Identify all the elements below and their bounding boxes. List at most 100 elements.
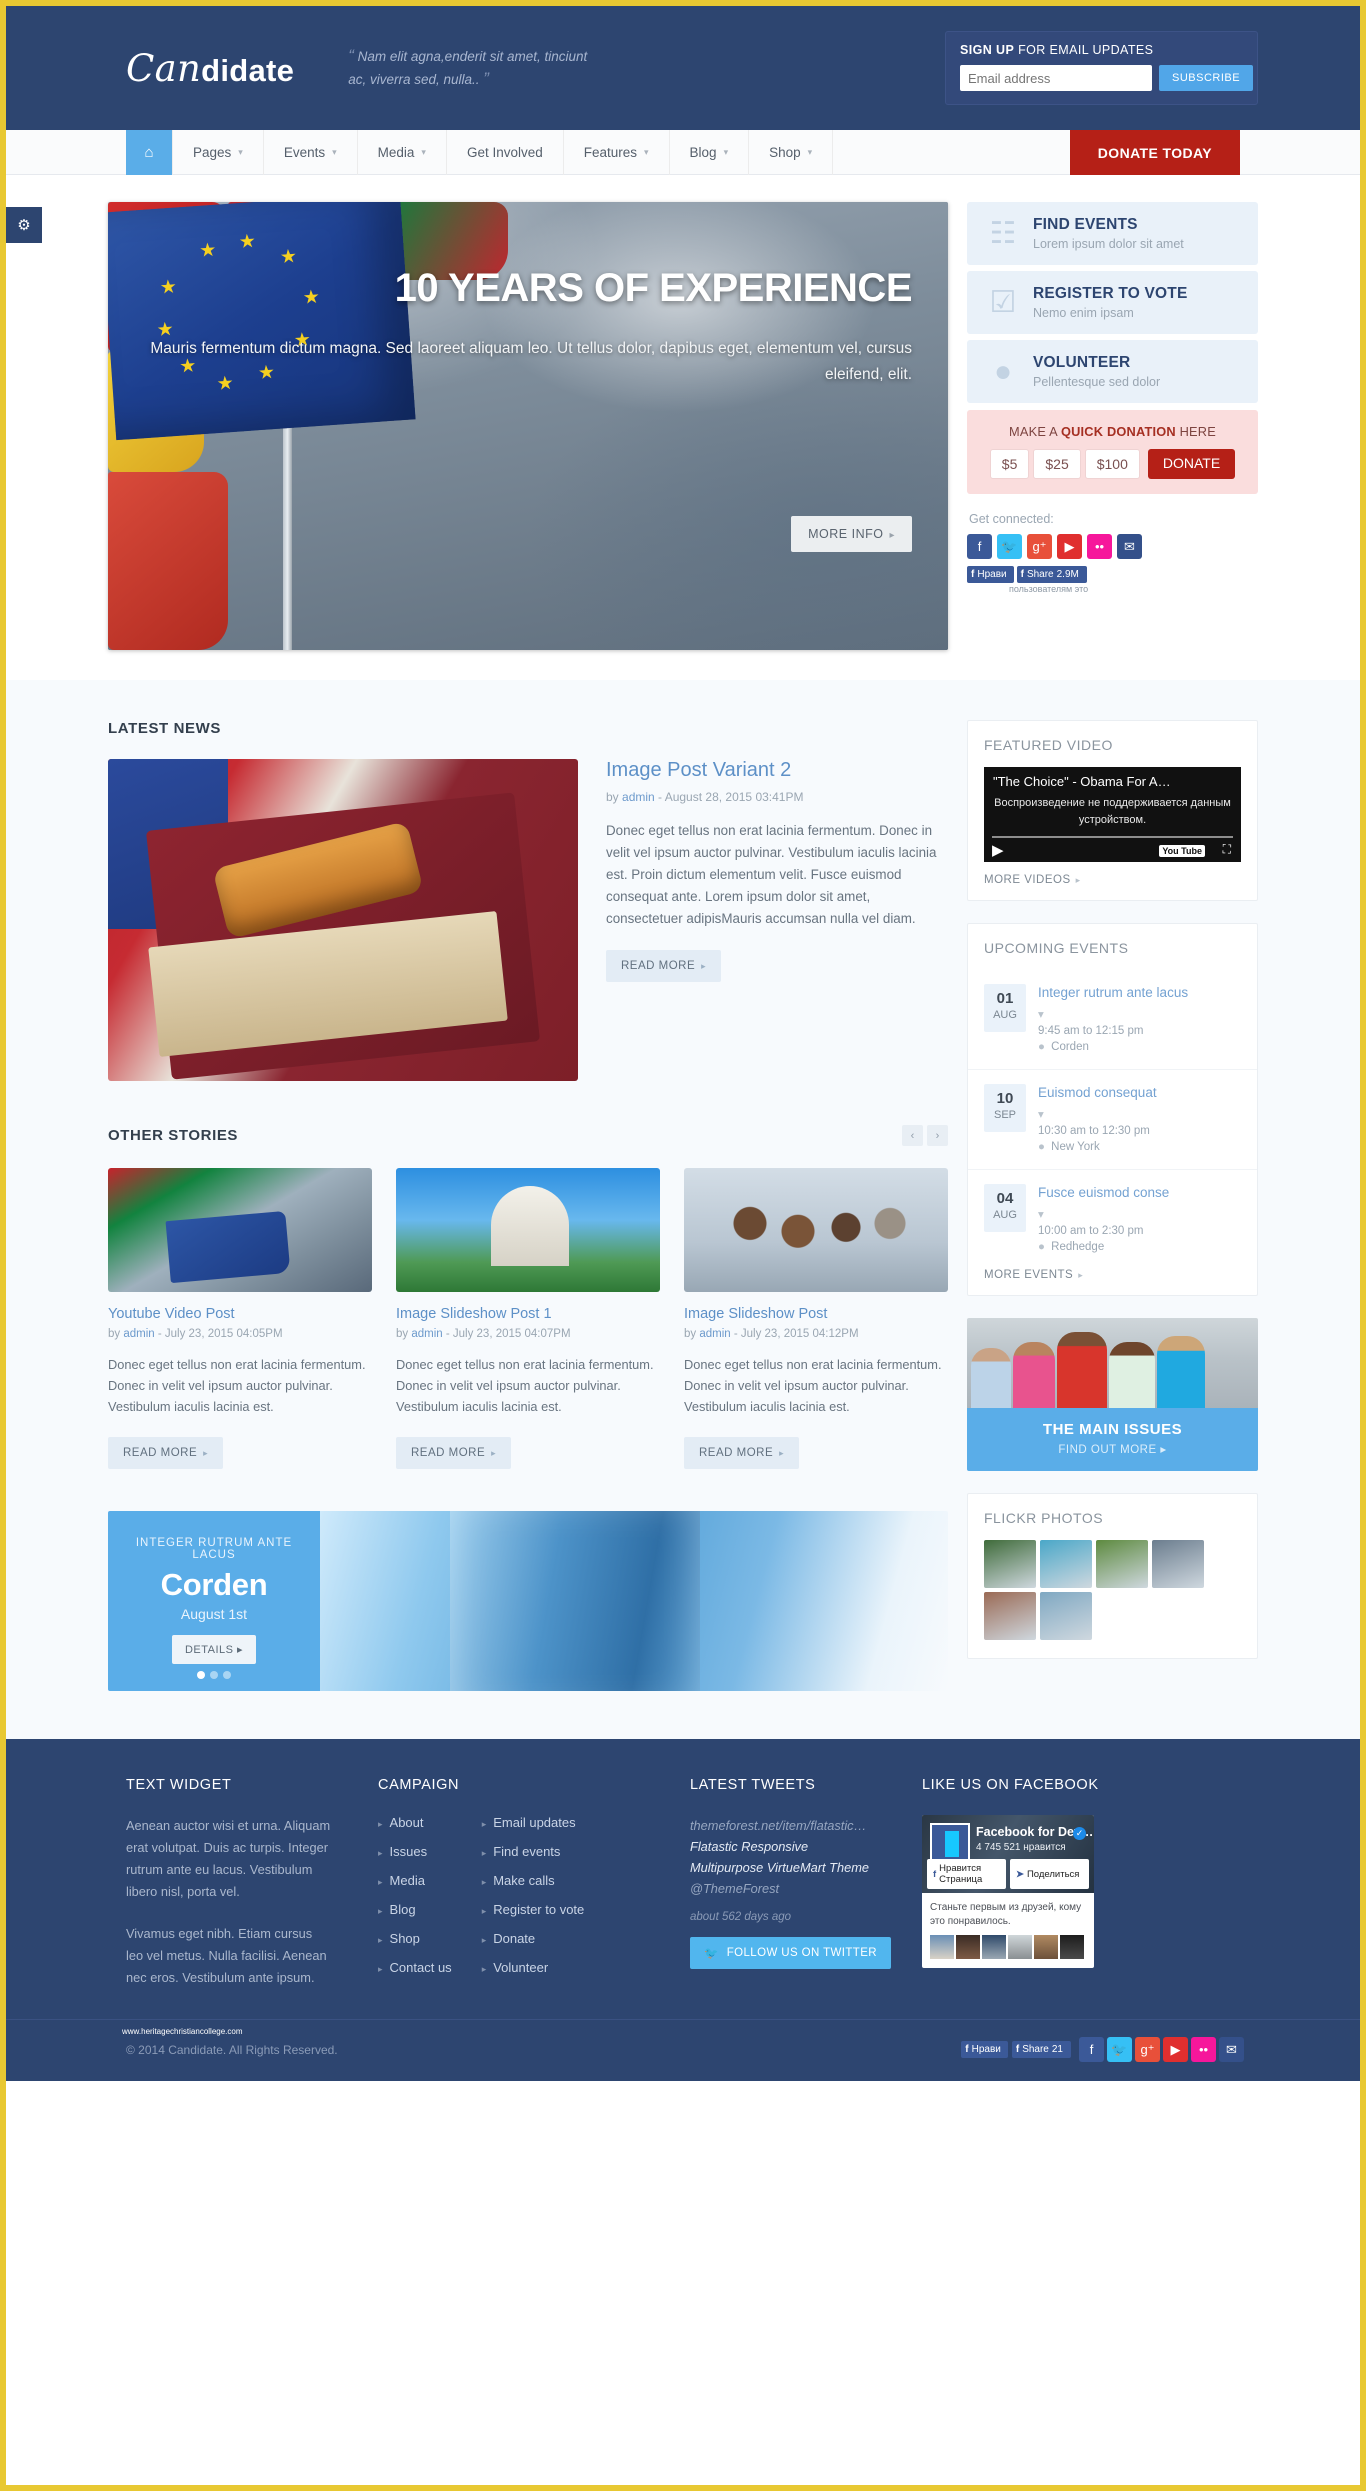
video-progress-bar[interactable] (992, 836, 1233, 838)
event-item[interactable]: 01 AUG Integer rutrum ante lacus ▾ 9:45 am t… (968, 970, 1257, 1069)
bottom-fb-like-button[interactable]: f Нрави (961, 2041, 1008, 2058)
site-logo[interactable]: Candidate (126, 47, 294, 90)
event-title[interactable]: Fusce euismod conse (1038, 1184, 1241, 1201)
video-player[interactable]: "The Choice" - Obama For A… Воспроизведе… (984, 767, 1241, 862)
fullscreen-icon[interactable]: ⛶ (1223, 842, 1231, 857)
donate-amount-5[interactable]: $5 (989, 449, 1030, 479)
facebook-page-plugin[interactable]: Facebook for Dev… 4 745 521 нравится ✓ f… (922, 1815, 1094, 1968)
stories-prev-button[interactable]: ‹ (902, 1125, 923, 1146)
main-issues-link[interactable]: FIND OUT MORE ▸ (967, 1442, 1258, 1456)
nav-item-pages[interactable]: Pages ▾ (172, 130, 264, 175)
event-title[interactable]: Euismod consequat (1038, 1084, 1241, 1101)
story-read-more-button[interactable]: READ MORE ▸ (684, 1437, 800, 1469)
story-title[interactable]: Youtube Video Post (108, 1306, 372, 1322)
bottom-fb-share-button[interactable]: f Share 21 (1011, 2041, 1071, 2058)
story-image[interactable] (396, 1168, 660, 1292)
stories-next-button[interactable]: › (927, 1125, 948, 1146)
donate-amount-100[interactable]: $100 (1084, 449, 1140, 479)
googleplus-icon[interactable]: g⁺ (1135, 2037, 1160, 2062)
banner-dot-1[interactable] (197, 1671, 205, 1679)
flickr-photo[interactable] (984, 1540, 1036, 1588)
twitter-icon[interactable]: 🐦 (997, 534, 1022, 559)
footer-link-media[interactable]: ▸ Media (378, 1873, 452, 1888)
story-image[interactable] (684, 1168, 948, 1292)
story-read-more-button[interactable]: READ MORE ▸ (108, 1437, 224, 1469)
story-title[interactable]: Image Slideshow Post (684, 1306, 948, 1322)
facebook-icon[interactable]: f (1079, 2037, 1104, 2062)
story-read-more-button[interactable]: READ MORE ▸ (396, 1437, 512, 1469)
chevron-right-icon: ▸ (779, 1448, 785, 1458)
story-title[interactable]: Image Slideshow Post 1 (396, 1306, 660, 1322)
flickr-icon[interactable]: •• (1191, 2037, 1216, 2062)
chevron-right-icon: ▸ (481, 1819, 487, 1829)
footer-link-blog[interactable]: ▸ Blog (378, 1902, 452, 1917)
nav-home-icon[interactable]: ⌂ (126, 130, 172, 175)
googleplus-icon[interactable]: g⁺ (1027, 534, 1052, 559)
flickr-photo[interactable] (1040, 1592, 1092, 1640)
footer-link-about[interactable]: ▸ About (378, 1815, 452, 1830)
flickr-photo[interactable] (1096, 1540, 1148, 1588)
nav-item-blog[interactable]: Blog ▾ (670, 130, 750, 175)
footer-link-issues[interactable]: ▸ Issues (378, 1844, 452, 1859)
nav-item-get-involved[interactable]: Get Involved (447, 130, 564, 175)
banner-dot-2[interactable] (210, 1671, 218, 1679)
hero-slider[interactable]: ★ ★ ★ ★ ★ ★ ★ ★ ★ ★ 10 YEARS OF EXPERIEN… (108, 202, 948, 650)
footer-link-shop[interactable]: ▸ Shop (378, 1931, 452, 1946)
flickr-photo[interactable] (1152, 1540, 1204, 1588)
featured-post-image[interactable] (108, 759, 578, 1081)
story-image[interactable] (108, 1168, 372, 1292)
nav-item-features[interactable]: Features ▾ (564, 130, 670, 175)
nav-item-events[interactable]: Events ▾ (264, 130, 358, 175)
side-action-volunteer[interactable]: ● VOLUNTEER Pellentesque sed dolor (967, 340, 1258, 403)
tweet-handle[interactable]: @ThemeForest (690, 1881, 779, 1896)
flickr-photo[interactable] (984, 1592, 1036, 1640)
footer-link-make-calls[interactable]: ▸ Make calls (482, 1873, 585, 1888)
footer-link-contact-us[interactable]: ▸ Contact us (378, 1960, 452, 1975)
subscribe-button[interactable]: SUBSCRIBE (1159, 65, 1254, 91)
banner-dot-3[interactable] (223, 1671, 231, 1679)
main-issues-widget[interactable]: THE MAIN ISSUES FIND OUT MORE ▸ (967, 1318, 1258, 1471)
facebook-icon[interactable]: f (967, 534, 992, 559)
meta-author[interactable]: admin (622, 790, 655, 804)
footer-link-find-events[interactable]: ▸ Find events (482, 1844, 585, 1859)
nav-item-shop[interactable]: Shop ▾ (749, 130, 834, 175)
more-events-link[interactable]: MORE EVENTS ▸ (968, 1269, 1257, 1295)
event-item[interactable]: 04 AUG Fusce euismod conse ▾ 10:00 am to 2:3… (968, 1169, 1257, 1269)
email-icon[interactable]: ✉ (1219, 2037, 1244, 2062)
nav-donate-today-button[interactable]: DONATE TODAY (1069, 130, 1240, 175)
event-item[interactable]: 10 SEP Euismod consequat ▾ 10:30 am to 12:30… (968, 1069, 1257, 1169)
fb-like-button[interactable]: f Нрави (967, 566, 1014, 583)
nav-item-media[interactable]: Media ▾ (358, 130, 447, 175)
donate-button[interactable]: DONATE (1147, 449, 1236, 479)
twitter-icon[interactable]: 🐦 (1107, 2037, 1132, 2062)
footer-link-volunteer[interactable]: ▸ Volunteer (482, 1960, 585, 1975)
settings-gear-icon[interactable]: ⚙ (6, 207, 42, 243)
donate-amount-25[interactable]: $25 (1033, 449, 1081, 479)
event-details-button[interactable]: DETAILS ▸ (171, 1635, 257, 1664)
youtube-icon[interactable]: ▶ (1163, 2037, 1188, 2062)
email-input[interactable] (960, 65, 1152, 91)
footer-link-donate[interactable]: ▸ Donate (482, 1931, 585, 1946)
side-action-register-to-vote[interactable]: ☑ REGISTER TO VOTE Nemo enim ipsam (967, 271, 1258, 334)
footer-link-email-updates[interactable]: ▸ Email updates (482, 1815, 585, 1830)
side-action-find-events[interactable]: ☷ FIND EVENTS Lorem ipsum dolor sit amet (967, 202, 1258, 265)
footer-link-register-to-vote[interactable]: ▸ Register to vote (482, 1902, 585, 1917)
flickr-photo[interactable] (1040, 1540, 1092, 1588)
youtube-icon[interactable]: ▶ (1057, 534, 1082, 559)
follow-twitter-button[interactable]: 🐦 FOLLOW US ON TWITTER (690, 1937, 891, 1969)
flickr-icon[interactable]: •• (1087, 534, 1112, 559)
facebook-like-page-button[interactable]: f Нравится Страница (927, 1859, 1006, 1889)
nav-item-label: Pages (193, 145, 232, 160)
fb-share-button[interactable]: f Share 2.9M (1016, 566, 1087, 583)
featured-post-meta: by admin - August 28, 2015 03:41PM (606, 790, 948, 804)
more-videos-link[interactable]: MORE VIDEOS ▸ (968, 874, 1257, 900)
facebook-share-page-button[interactable]: ➤ Поделиться (1010, 1859, 1089, 1889)
tweet-link[interactable]: themeforest.net/item/flatastic… (690, 1818, 866, 1833)
play-icon[interactable]: ▶ (992, 841, 1004, 859)
email-icon[interactable]: ✉ (1117, 534, 1142, 559)
event-title[interactable]: Integer rutrum ante lacus (1038, 984, 1241, 1001)
hero-more-info-button[interactable]: MORE INFO ▸ (791, 516, 912, 552)
featured-post-title[interactable]: Image Post Variant 2 (606, 759, 948, 782)
header-tagline: “ Nam elit agna,enderit sit amet, tinciu… (348, 45, 608, 91)
featured-read-more-button[interactable]: READ MORE ▸ (606, 950, 722, 982)
